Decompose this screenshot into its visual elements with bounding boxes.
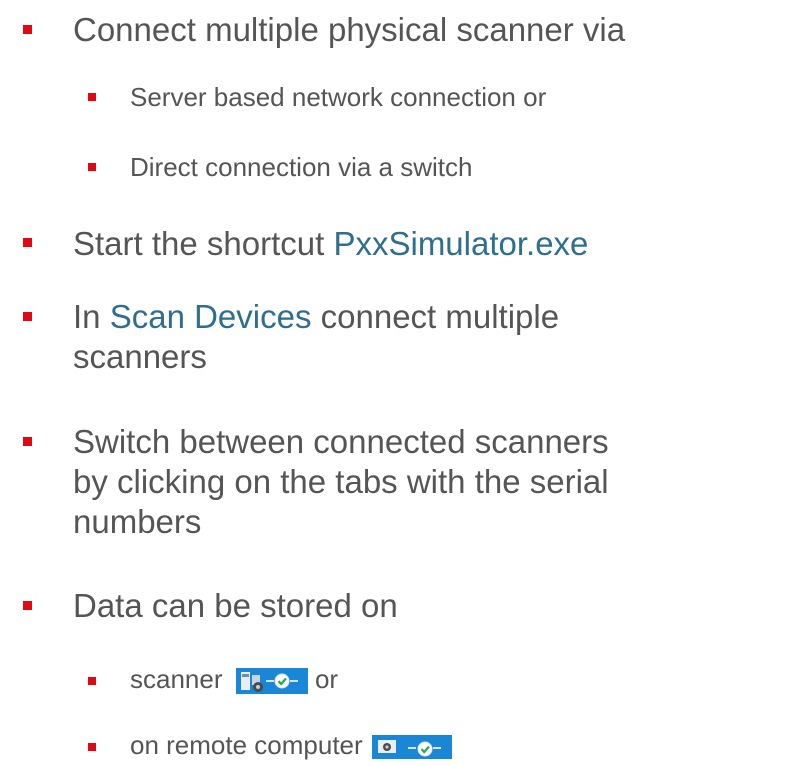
scanner-storage-connected-icon (235, 668, 308, 695)
bullet-connect-scanners: Connect multiple physical scanner via (73, 11, 626, 48)
bullet-switch-scanners-line1: Switch between connected scanners (73, 423, 609, 460)
bullet-marker (88, 743, 96, 751)
bullet-start-shortcut-text: Start the shortcut (73, 225, 334, 262)
bullet-remote-storage: on remote computer (130, 729, 452, 761)
remote-computer-storage-connected-icon (371, 735, 452, 760)
bullet-data-stored: Data can be stored on (73, 587, 398, 624)
bullet-switch-scanners-line2: by clicking on the tabs with the serial (73, 463, 609, 500)
remote-storage-label: on remote computer (130, 730, 363, 760)
bullet-direct-switch: Direct connection via a switch (130, 152, 473, 182)
bullet-start-shortcut: Start the shortcut PxxSimulator.exe (73, 224, 588, 264)
bullet-marker (23, 437, 32, 446)
bullet-scan-devices: In Scan Devices connect multiple (73, 297, 559, 337)
bullet-marker (88, 677, 96, 685)
bullet-server-network: Server based network connection or (130, 82, 547, 112)
scan-devices-term: Scan Devices (109, 298, 312, 335)
bullet-scanner-storage: scanner or (130, 663, 338, 695)
scanner-storage-or: or (307, 664, 339, 694)
bullet-marker (23, 601, 32, 610)
bullet-switch-scanners-line3: numbers (73, 503, 202, 540)
bullet-marker (23, 312, 32, 321)
scanner-storage-label: scanner (130, 664, 223, 694)
bullet-marker (88, 93, 96, 101)
bullet-scan-devices-line2: scanners (73, 338, 207, 375)
bullet-marker (88, 163, 96, 171)
bullet-marker (23, 238, 32, 247)
bullet-scan-devices-pre: In (73, 298, 110, 335)
bullet-marker (23, 25, 32, 34)
pxxsimulator-link: PxxSimulator.exe (333, 225, 589, 262)
bullet-scan-devices-post: connect multiple (311, 298, 560, 335)
